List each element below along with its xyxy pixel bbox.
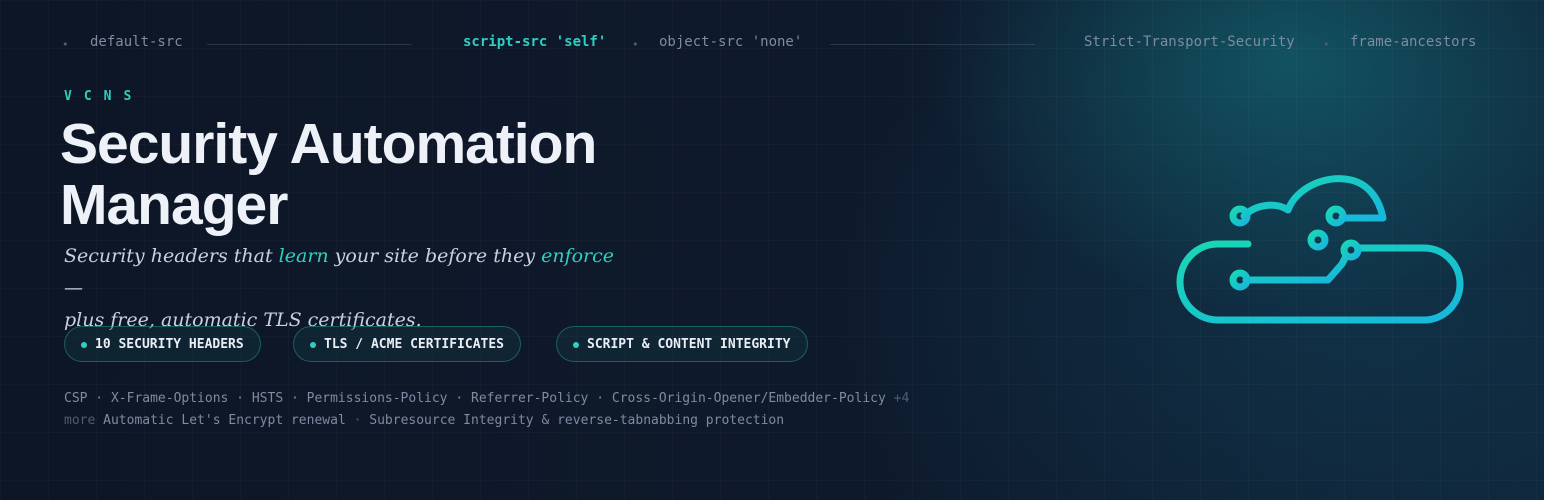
dot-icon [310,342,316,348]
bullet-icon: • [62,38,69,51]
divider-line [207,44,412,45]
bullet-icon: • [632,38,639,51]
page-title: Security Automation Manager [60,112,597,237]
bullet-icon: • [1323,38,1330,51]
dot-icon [81,342,87,348]
csp-directive-bar: • default-src script-src 'self' • object… [62,34,1480,54]
feature-headers-list: CSP · X-Frame-Options · HSTS · Permissio… [64,391,886,406]
title-line-2: Manager [60,173,288,237]
divider-line [830,44,1035,45]
brand-label: VCNS [64,89,144,104]
tagline-highlight-enforce: enforce [541,245,615,267]
dot-icon [573,342,579,348]
pill-security-headers: 10 SECURITY HEADERS [64,326,261,362]
pill-label: 10 SECURITY HEADERS [95,337,244,352]
pill-label: SCRIPT & CONTENT INTEGRITY [587,337,791,352]
feature-list: CSP · X-Frame-Options · HSTS · Permissio… [64,388,924,432]
directive-hsts: Strict-Transport-Security [1084,34,1295,50]
directive-frame-ancestors: frame-ancestors [1350,34,1477,50]
tagline-part: your site before they [328,245,542,267]
pill-label: TLS / ACME CERTIFICATES [324,337,505,352]
feature-lets-encrypt: Automatic Let's Encrypt renewal [103,413,346,428]
tagline-part: Security headers that [64,245,279,267]
directive-default-src: default-src [90,34,183,50]
cloud-circuit-icon [1176,175,1464,324]
tagline-highlight-learn: learn [278,245,329,267]
tagline-part: — [64,277,83,299]
title-line-1: Security Automation [60,112,597,176]
tagline: Security headers that learn your site be… [64,240,624,336]
pill-tls-acme: TLS / ACME CERTIFICATES [293,326,522,362]
separator: · [353,413,362,428]
pill-script-integrity: SCRIPT & CONTENT INTEGRITY [556,326,808,362]
directive-script-src: script-src 'self' [463,34,607,50]
feature-sri: Subresource Integrity & reverse-tabnabbi… [369,413,785,428]
directive-object-src: object-src 'none' [659,34,803,50]
